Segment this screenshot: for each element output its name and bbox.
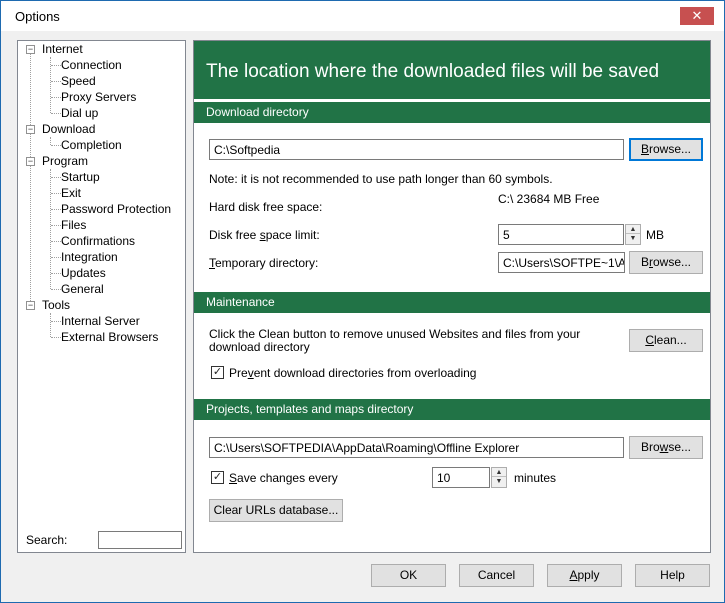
tree-item-password-protection[interactable]: Password Protection — [61, 202, 171, 216]
tree-line — [51, 209, 61, 210]
tree-line — [51, 145, 61, 146]
download-path-input[interactable]: C:\Softpedia — [209, 139, 624, 160]
hdd-free-label: Hard disk free space: — [209, 200, 323, 214]
tree-line — [51, 289, 61, 290]
disk-limit-input[interactable]: 5 — [498, 224, 624, 245]
save-interval-spinner[interactable]: ▲ ▼ — [491, 467, 507, 488]
collapse-icon[interactable]: − — [26, 45, 35, 54]
ok-button[interactable]: OK — [371, 564, 446, 587]
tree-item-internet[interactable]: Internet — [42, 42, 83, 56]
spin-up-icon[interactable]: ▲ — [626, 225, 640, 234]
save-changes-label: Save changes every — [229, 471, 338, 485]
tree-line — [50, 137, 51, 145]
tree-item-connection[interactable]: Connection — [61, 58, 122, 72]
tree-item-files[interactable]: Files — [61, 218, 86, 232]
tree-line — [51, 81, 61, 82]
tree-line — [51, 193, 61, 194]
prevent-overload-checkbox[interactable]: ✓ — [211, 366, 224, 379]
collapse-icon[interactable]: − — [26, 157, 35, 166]
options-tree: − Internet Connection Speed Proxy Server… — [17, 40, 186, 553]
title-bar: Options ✕ — [1, 1, 724, 31]
tree-line — [50, 169, 51, 289]
collapse-icon[interactable]: − — [26, 125, 35, 134]
disk-limit-unit: MB — [646, 228, 664, 242]
spin-down-icon[interactable]: ▼ — [492, 477, 506, 486]
apply-button[interactable]: Apply — [547, 564, 622, 587]
clean-button[interactable]: Clean... — [629, 329, 703, 352]
page-title: The location where the downloaded files … — [206, 61, 660, 82]
tree-line — [51, 321, 61, 322]
temp-dir-input[interactable]: C:\Users\SOFTPE~1\Ap — [498, 252, 625, 273]
tree-item-completion[interactable]: Completion — [61, 138, 122, 152]
save-interval-unit: minutes — [514, 471, 557, 485]
section-maintenance: Maintenance — [194, 292, 710, 313]
spin-down-icon[interactable]: ▼ — [626, 234, 640, 243]
disk-limit-spinner[interactable]: ▲ ▼ — [625, 224, 641, 245]
tree-line — [51, 225, 61, 226]
tree-line — [51, 97, 61, 98]
tree-item-proxy-servers[interactable]: Proxy Servers — [61, 90, 136, 104]
tree-line — [51, 257, 61, 258]
collapse-icon[interactable]: − — [26, 301, 35, 310]
spin-up-icon[interactable]: ▲ — [492, 468, 506, 477]
tree-line — [51, 241, 61, 242]
tree-item-tools[interactable]: Tools — [42, 298, 70, 312]
tree-item-integration[interactable]: Integration — [61, 250, 118, 264]
tree-item-internal-server[interactable]: Internal Server — [61, 314, 140, 328]
path-length-note: Note: it is not recommended to use path … — [209, 172, 553, 186]
tree-line — [51, 337, 61, 338]
search-label: Search: — [26, 533, 68, 547]
projects-path-input[interactable]: C:\Users\SOFTPEDIA\AppData\Roaming\Offli… — [209, 437, 624, 458]
download-browse-button[interactable]: Browse... — [629, 138, 703, 161]
tree-item-general[interactable]: General — [61, 282, 104, 296]
tree-line — [30, 54, 31, 305]
tree-line — [50, 313, 51, 337]
tree-line — [51, 273, 61, 274]
temp-browse-button[interactable]: Browse... — [629, 251, 703, 274]
clean-description: Click the Clean button to remove unused … — [209, 327, 581, 354]
projects-browse-button[interactable]: Browse... — [629, 436, 703, 459]
tree-item-download[interactable]: Download — [42, 122, 95, 136]
tree-item-external-browsers[interactable]: External Browsers — [61, 330, 158, 344]
help-button[interactable]: Help — [635, 564, 710, 587]
save-interval-input[interactable]: 10 — [432, 467, 490, 488]
temp-dir-label: Temporary directory: — [209, 256, 319, 270]
tree-item-speed[interactable]: Speed — [61, 74, 96, 88]
section-projects-directory: Projects, templates and maps directory — [194, 399, 710, 420]
panel-header: The location where the downloaded files … — [194, 41, 710, 99]
tree-item-startup[interactable]: Startup — [61, 170, 100, 184]
tree-item-dial-up[interactable]: Dial up — [61, 106, 98, 120]
disk-limit-label: Disk free space limit: — [209, 228, 320, 242]
clear-urls-button[interactable]: Clear URLs database... — [209, 499, 343, 522]
tree-item-program[interactable]: Program — [42, 154, 88, 168]
window-title: Options — [15, 9, 60, 24]
tree-item-confirmations[interactable]: Confirmations — [61, 234, 135, 248]
settings-panel: The location where the downloaded files … — [193, 40, 711, 553]
hdd-free-value: C:\ 23684 MB Free — [498, 192, 600, 206]
search-input[interactable] — [98, 531, 182, 549]
save-changes-checkbox[interactable]: ✓ — [211, 471, 224, 484]
close-button[interactable]: ✕ — [680, 7, 714, 25]
tree-item-updates[interactable]: Updates — [61, 266, 106, 280]
prevent-overload-label: Prevent download directories from overlo… — [229, 366, 477, 380]
tree-line — [51, 177, 61, 178]
cancel-button[interactable]: Cancel — [459, 564, 534, 587]
tree-item-exit[interactable]: Exit — [61, 186, 81, 200]
section-download-directory: Download directory — [194, 102, 710, 123]
tree-line — [51, 113, 61, 114]
options-window: Options ✕ − Internet Connection Speed Pr… — [0, 0, 725, 603]
tree-line — [51, 65, 61, 66]
